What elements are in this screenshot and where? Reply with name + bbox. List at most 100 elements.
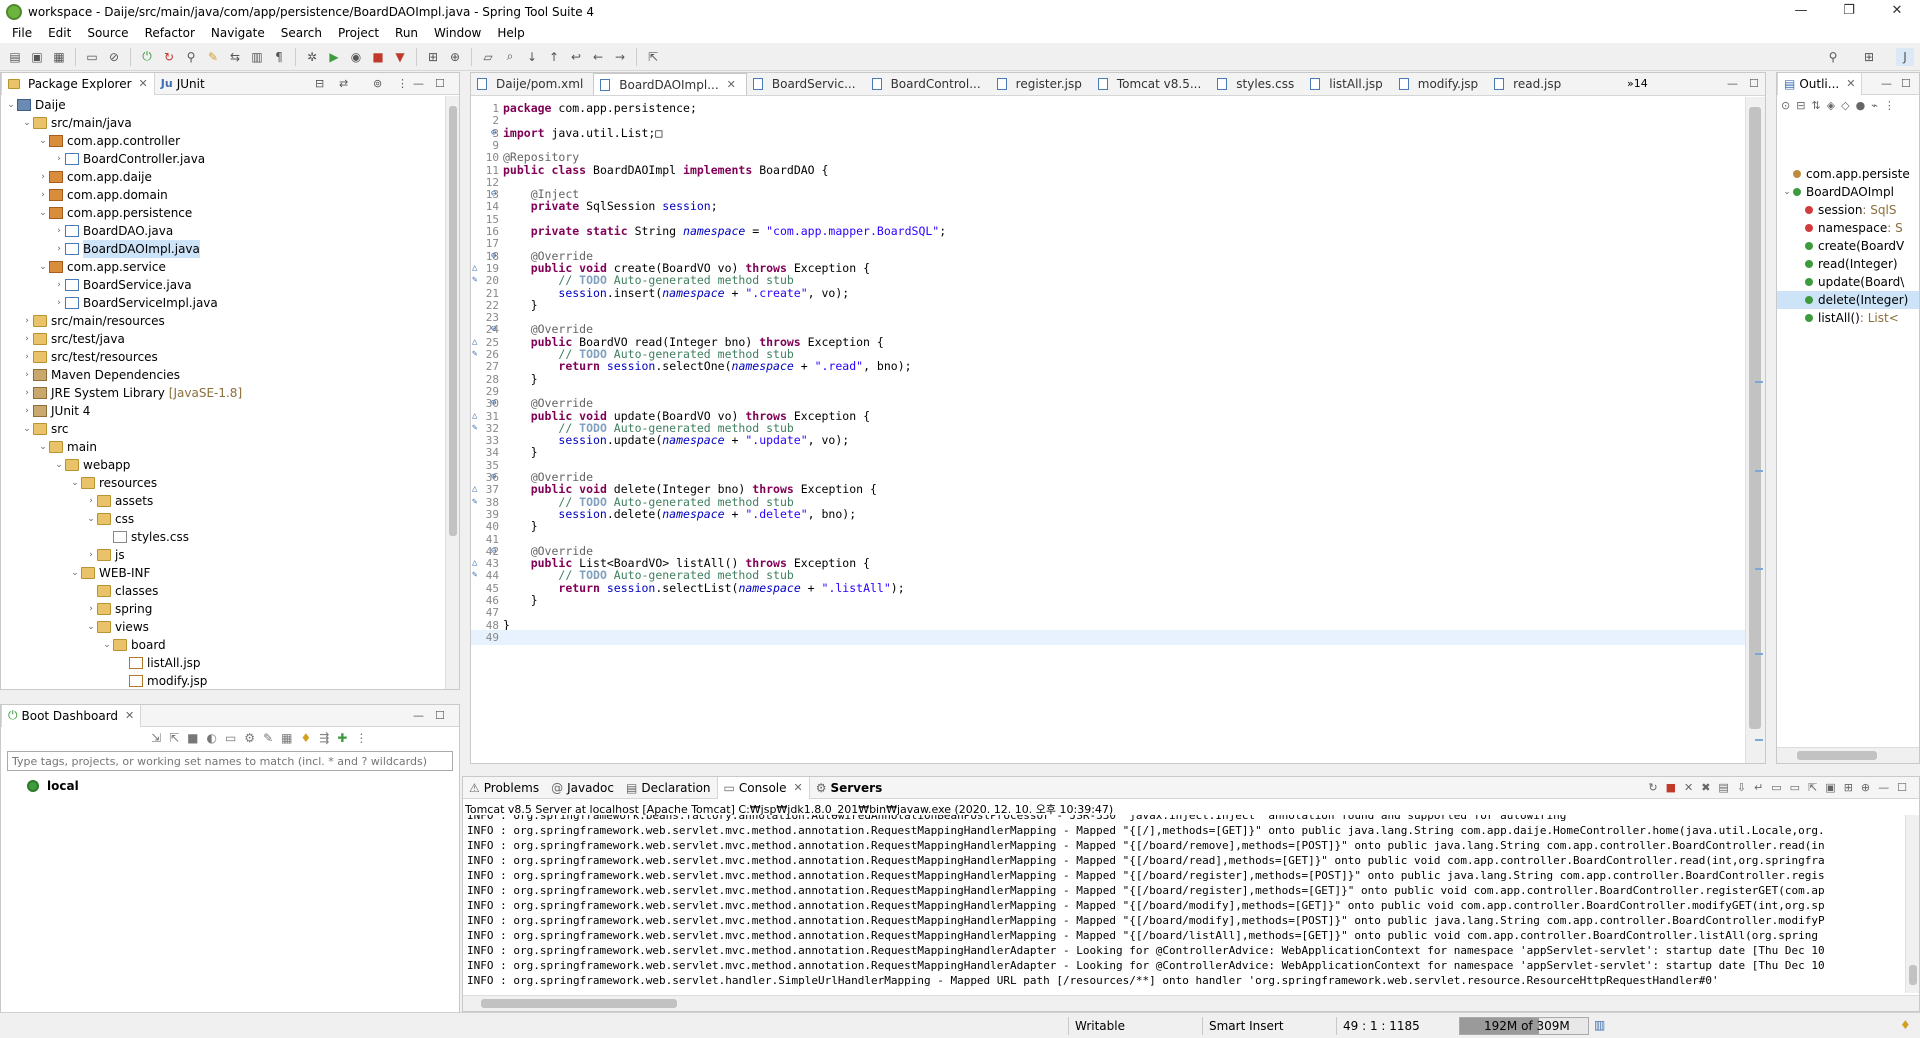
tree-item[interactable]: › BoardController.java (1, 150, 445, 168)
fold-toggle-icon[interactable]: ⊖ (491, 187, 501, 199)
new-package-icon[interactable]: ⊞ (424, 48, 442, 66)
editor-tab[interactable]: listAll.jsp (1304, 73, 1393, 95)
back-icon[interactable]: ← (589, 48, 607, 66)
terminal-icon[interactable]: ▭ (83, 48, 101, 66)
fold-toggle-icon[interactable]: ⊖ (491, 322, 501, 334)
fold-toggle-icon[interactable]: ⊖ (491, 249, 501, 261)
scroll-lock-icon[interactable]: ⇩ (1737, 781, 1746, 794)
fold-toggle-icon[interactable]: ⊕ (491, 126, 501, 138)
pin-editor-icon[interactable]: ⇱ (644, 48, 662, 66)
close-icon[interactable]: ✕ (794, 781, 803, 794)
minimize-button[interactable]: — (1778, 0, 1824, 23)
list-item[interactable]: local (27, 779, 79, 793)
terminate-icon[interactable]: ■ (1666, 781, 1676, 794)
new-icon[interactable]: ▤ (6, 48, 24, 66)
collapse-arrow-icon[interactable]: ⌄ (53, 456, 65, 474)
restart-icon[interactable]: ↻ (1648, 781, 1657, 794)
maximize-button[interactable]: ❐ (1826, 0, 1872, 23)
console-hscrollbar[interactable] (463, 995, 1919, 1011)
prev-annotation-icon[interactable]: ↑ (545, 48, 563, 66)
outline-item[interactable]: namespace : S (1777, 219, 1919, 237)
fold-toggle-icon[interactable]: ⊖ (491, 470, 501, 482)
tree-item[interactable]: › assets (1, 492, 445, 510)
refresh-icon[interactable]: ◐ (206, 731, 216, 745)
fold-toggle-icon[interactable]: ⊖ (491, 544, 501, 556)
maximize-editor-icon[interactable]: ☐ (1749, 77, 1759, 90)
tab-junit[interactable]: Ju JUnit (155, 73, 211, 95)
console-tab[interactable]: ⚠ Problems (463, 777, 545, 799)
console-tab[interactable]: ⚙ Servers (810, 777, 889, 799)
minimize-view-icon[interactable]: — (1878, 781, 1889, 794)
outline-item[interactable]: read(Integer) (1777, 255, 1919, 273)
insert-mode-status[interactable]: Smart Insert (1202, 1017, 1332, 1035)
add-icon[interactable]: ✚ (337, 731, 347, 745)
collapse-arrow-icon[interactable]: ⌄ (69, 474, 81, 492)
collapse-arrow-icon[interactable]: ⌄ (37, 438, 49, 456)
collapse-all-icon[interactable]: ⊟ (315, 77, 324, 90)
editor-tab[interactable]: read.jsp (1488, 73, 1571, 95)
tree-item[interactable]: › spring (1, 600, 445, 618)
menu-navigate[interactable]: Navigate (203, 26, 273, 40)
tree-item[interactable]: › BoardService.java (1, 276, 445, 294)
hide-static-icon[interactable]: ◇ (1841, 99, 1849, 112)
menu-project[interactable]: Project (330, 26, 387, 40)
tree-item[interactable]: › BoardDAO.java (1, 222, 445, 240)
pin-console-icon[interactable]: ⇱ (1808, 781, 1817, 794)
maximize-view-icon[interactable]: ☐ (435, 77, 445, 90)
tab-overflow-indicator[interactable]: »14 (1627, 77, 1648, 90)
editor-tab[interactable]: BoardDAOImpl... ✕ (593, 73, 747, 95)
maximize-view-icon[interactable]: ☐ (1901, 77, 1911, 90)
collapse-arrow-icon[interactable]: ⌄ (85, 618, 97, 636)
edit-icon[interactable]: ✎ (263, 731, 273, 745)
console-tab[interactable]: ▭ Console ✕ (716, 776, 810, 799)
menu-edit[interactable]: Edit (40, 26, 79, 40)
stop-icon[interactable]: ■ (187, 731, 198, 745)
menu-help[interactable]: Help (489, 26, 532, 40)
close-icon[interactable]: ✕ (139, 77, 148, 90)
open-type-icon[interactable]: ⚲ (182, 48, 200, 66)
relaunch-icon[interactable]: ↻ (160, 48, 178, 66)
link-editor-icon[interactable]: ⇄ (339, 77, 348, 90)
hide-fields-icon[interactable]: ◈ (1827, 99, 1835, 112)
java-perspective-icon[interactable]: J (1896, 47, 1914, 66)
outline-item[interactable]: delete(Integer) (1777, 291, 1919, 309)
outline-item[interactable]: update(Board\ (1777, 273, 1919, 291)
new-console-icon[interactable]: ⊕ (1861, 781, 1870, 794)
tree-item[interactable]: › Maven Dependencies (1, 366, 445, 384)
package-explorer-scrollbar[interactable] (445, 96, 459, 689)
editor-tab[interactable]: Tomcat v8.5... (1092, 73, 1211, 95)
minimize-view-icon[interactable]: — (1881, 77, 1892, 90)
forward-icon[interactable]: → (611, 48, 629, 66)
scrollbar-thumb[interactable] (1909, 965, 1917, 985)
garbage-collect-icon[interactable]: ▥ (1594, 1018, 1605, 1032)
tree-item[interactable]: › BoardServiceImpl.java (1, 294, 445, 312)
tree-item[interactable]: › JUnit 4 (1, 402, 445, 420)
menu-refactor[interactable]: Refactor (137, 26, 203, 40)
collapse-arrow-icon[interactable]: ⌄ (37, 258, 49, 276)
search-icon[interactable]: ⌕ (501, 48, 519, 66)
minimize-view-icon[interactable]: — (413, 709, 424, 722)
tree-item[interactable]: modify.jsp (1, 672, 445, 689)
close-icon[interactable]: ✕ (1846, 77, 1855, 90)
collapse-arrow-icon[interactable]: ⌄ (21, 420, 33, 438)
collapse-arrow-icon[interactable]: ⌄ (85, 510, 97, 528)
expand-arrow-icon[interactable]: › (21, 348, 33, 366)
editor-tab[interactable]: BoardServic... (747, 73, 866, 95)
tree-item[interactable]: ⌄ com.app.service (1, 258, 445, 276)
menu-source[interactable]: Source (79, 26, 136, 40)
expand-arrow-icon[interactable]: › (85, 600, 97, 618)
minimize-view-icon[interactable]: — (413, 77, 424, 90)
scrollbar-thumb[interactable] (1797, 751, 1877, 760)
editor-tab[interactable]: Daije/pom.xml (471, 73, 593, 95)
view-menu-icon[interactable]: ⋮ (397, 77, 408, 90)
expand-arrow-icon[interactable]: › (53, 150, 65, 168)
tab-boot-dashboard[interactable]: ⏻ Boot Dashboard ✕ (1, 704, 142, 727)
tree-item[interactable]: › js (1, 546, 445, 564)
tree-item[interactable]: listAll.jsp (1, 654, 445, 672)
tree-item[interactable]: ⌄ src (1, 420, 445, 438)
editor-tab[interactable]: BoardControl... (866, 73, 991, 95)
tree-item[interactable]: › src/main/resources (1, 312, 445, 330)
debug-icon[interactable]: ✲ (303, 48, 321, 66)
display-console-icon[interactable]: ▣ (1825, 781, 1835, 794)
block-icon[interactable]: ▥ (248, 48, 266, 66)
